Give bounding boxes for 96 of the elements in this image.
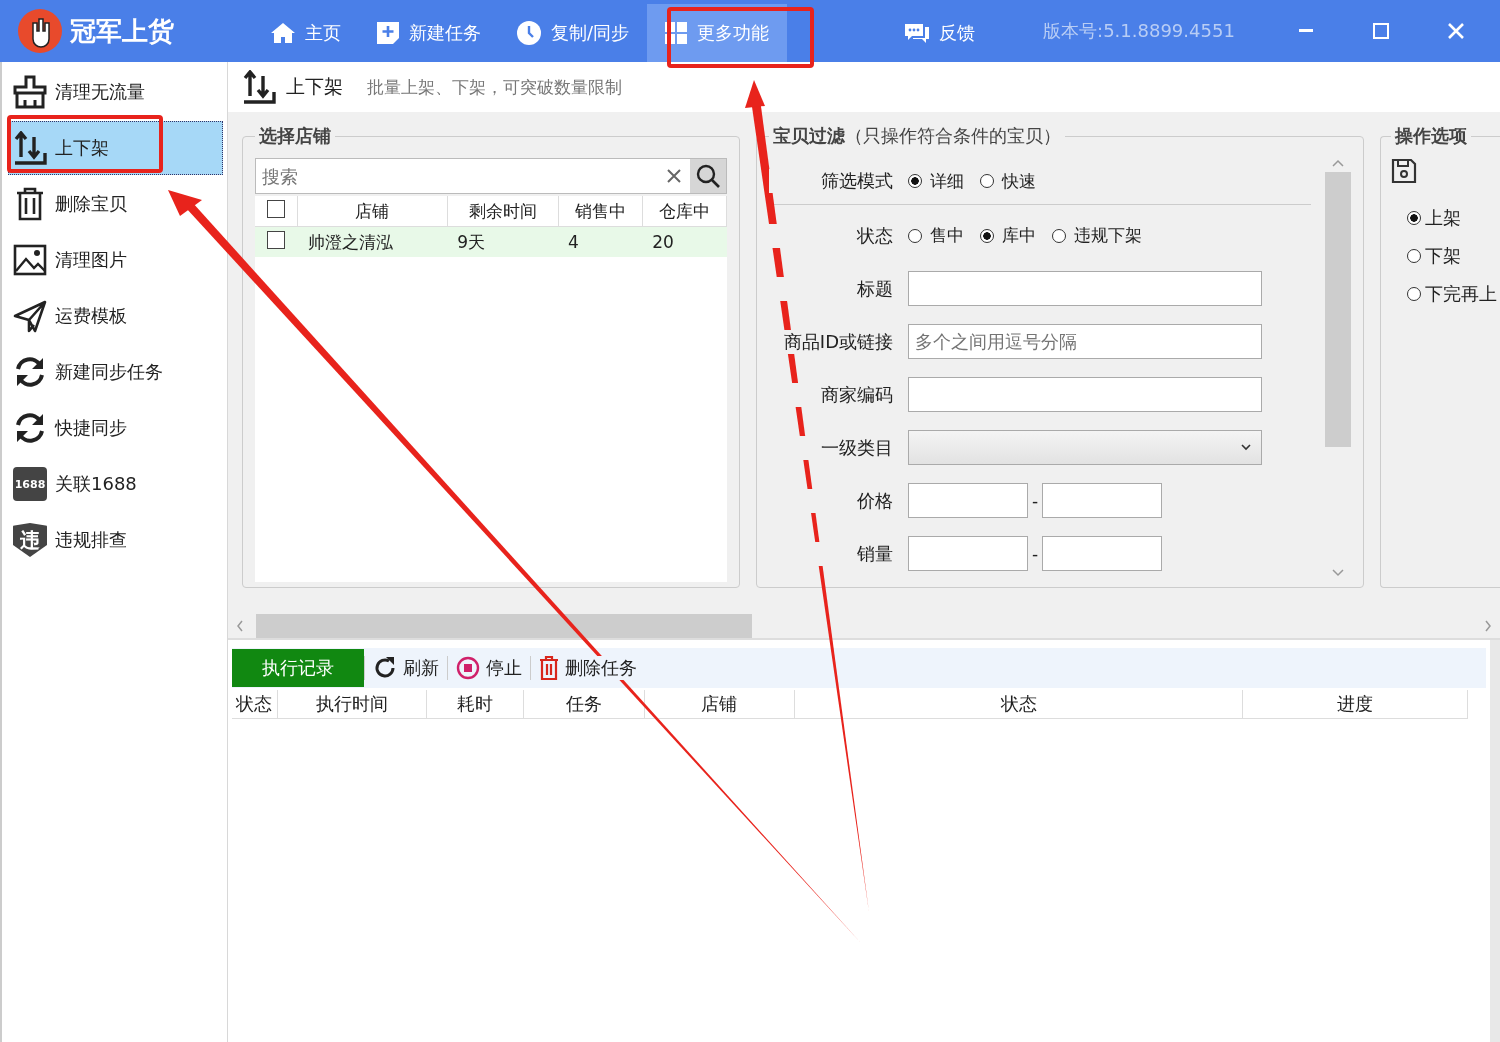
vertical-scrollbar[interactable] (1325, 158, 1351, 578)
search-box[interactable]: 搜索 (255, 158, 727, 194)
column-header[interactable]: 执行时间 (277, 690, 427, 719)
close-icon (1447, 23, 1464, 39)
nav-tab[interactable]: 新建任务 (359, 4, 499, 62)
panel-title: 选择店铺 (258, 124, 332, 148)
save-icon[interactable] (1391, 158, 1417, 184)
app-name: 冠军上货 (70, 14, 174, 48)
refresh-icon (373, 656, 397, 680)
search-button[interactable] (690, 159, 726, 193)
scrollbar-thumb[interactable] (256, 614, 752, 638)
up-down-arrows-icon (13, 131, 47, 165)
broom-icon (13, 75, 47, 109)
radio-button[interactable] (1407, 249, 1421, 263)
log-tab[interactable]: 执行记录 (232, 649, 364, 687)
sidebar-item[interactable]: 违 违规排查 (8, 513, 223, 567)
nav-tab[interactable]: 复制/同步 (499, 4, 648, 62)
add-document-icon (377, 22, 399, 44)
field-label: 状态 (769, 223, 893, 248)
field-label: 筛选模式 (769, 169, 893, 193)
vertical-scrollbar[interactable] (1490, 640, 1500, 1042)
radio-button[interactable] (980, 174, 994, 188)
page-title: 上下架 (286, 74, 343, 99)
sidebar-item[interactable]: 1688 关联1688 (8, 457, 223, 511)
scroll-left-icon[interactable] (236, 620, 244, 632)
range-separator: - (1032, 490, 1039, 511)
chevron-down-icon (1241, 444, 1251, 451)
radio-label: 下完再上 (1425, 282, 1497, 306)
radio-label: 售中 (930, 224, 964, 247)
sidebar-item[interactable]: 清理图片 (8, 233, 223, 287)
page-description: 批量上架、下架，可突破数量限制 (367, 75, 622, 99)
nav-tab[interactable]: 反馈 (887, 4, 994, 62)
column-header[interactable]: 店铺 (297, 196, 448, 227)
scroll-right-icon[interactable] (1484, 620, 1492, 632)
sidebar-item[interactable]: 运费模板 (8, 289, 223, 343)
column-header[interactable]: 状态 (232, 690, 278, 719)
input-field[interactable] (908, 536, 1028, 571)
radio-button[interactable] (1407, 287, 1421, 301)
radio-label: 库中 (1002, 224, 1036, 247)
sidebar-item[interactable]: 清理无流量 (8, 65, 223, 119)
radio-button[interactable] (980, 228, 994, 243)
minimize-icon (1298, 29, 1313, 33)
up-down-arrows-icon (242, 70, 276, 104)
dropdown[interactable] (908, 430, 1262, 465)
input-field[interactable] (1042, 483, 1163, 518)
shield-badge: 违 (13, 523, 47, 557)
input-field[interactable] (908, 271, 1262, 306)
checkbox[interactable] (267, 200, 285, 218)
input-field[interactable] (908, 483, 1028, 518)
table-cell: 9天 (447, 226, 558, 257)
table-cell: 帅澄之清泓 (297, 226, 448, 257)
radio-button[interactable] (1407, 211, 1421, 225)
table-cell: 20 (642, 226, 727, 257)
paper-plane-icon (13, 299, 47, 333)
logo-badge: 1688 (13, 467, 47, 501)
sidebar-item[interactable]: 快捷同步 (8, 401, 223, 455)
panel-title: 操作选项 (1394, 124, 1468, 148)
trash-icon (539, 656, 559, 680)
chevron-down-icon[interactable] (1331, 568, 1345, 578)
grid-icon (665, 22, 688, 44)
radio-label: 违规下架 (1074, 224, 1142, 247)
clock-icon (517, 21, 541, 45)
column-header[interactable]: 剩余时间 (447, 196, 558, 227)
sidebar-item[interactable]: 上下架 (8, 121, 223, 175)
radio-button[interactable] (1052, 228, 1066, 243)
range-separator: - (1032, 543, 1039, 564)
input-field[interactable] (1042, 536, 1163, 571)
stop-icon (456, 656, 480, 680)
input-field[interactable] (908, 377, 1262, 412)
radio-label: 详细 (930, 169, 964, 193)
chevron-up-icon[interactable] (1331, 158, 1345, 168)
radio-label: 下架 (1425, 244, 1461, 268)
hand-logo-icon (18, 9, 62, 53)
panel-title: 宝贝过滤（只操作符合条件的宝贝） (772, 124, 1062, 148)
column-header[interactable]: 耗时 (426, 690, 523, 719)
radio-label: 上架 (1425, 206, 1461, 230)
radio-button[interactable] (908, 174, 922, 188)
version-label: 版本号:5.1.8899.4551 (1043, 19, 1236, 43)
input-field[interactable]: 多个之间用逗号分隔 (908, 324, 1262, 359)
radio-label: 快速 (1002, 169, 1036, 193)
sync-icon (13, 355, 47, 389)
table-cell: 4 (558, 226, 643, 257)
sidebar-item[interactable]: 删除宝贝 (8, 177, 223, 231)
radio-button[interactable] (908, 228, 922, 243)
column-header[interactable]: 进度 (1242, 690, 1468, 719)
checkbox[interactable] (267, 231, 286, 249)
sidebar-item[interactable]: 新建同步任务 (8, 345, 223, 399)
nav-tab[interactable]: 主页 (253, 4, 359, 62)
column-header[interactable]: 销售中 (558, 196, 643, 227)
chat-bubble-icon (905, 22, 930, 44)
column-header[interactable]: 仓库中 (642, 196, 727, 227)
sync-icon (13, 411, 47, 445)
image-icon (13, 243, 47, 277)
home-icon (271, 22, 295, 44)
maximize-icon (1372, 23, 1389, 39)
search-field[interactable]: 搜索 (256, 159, 658, 193)
